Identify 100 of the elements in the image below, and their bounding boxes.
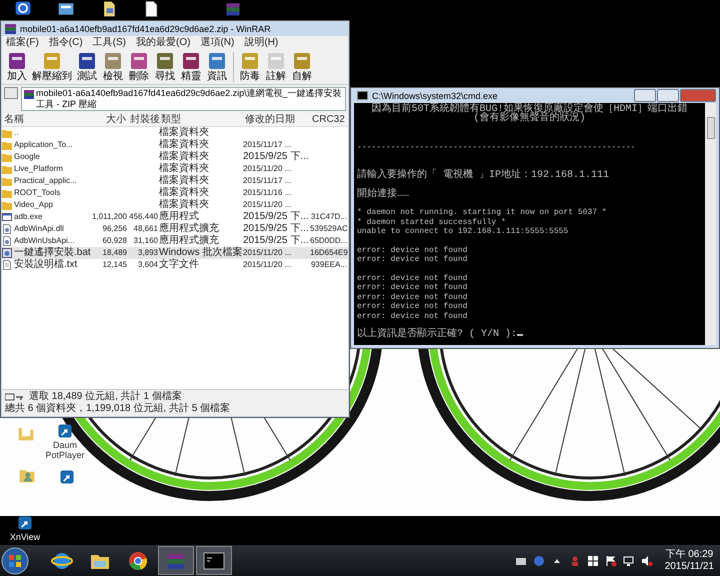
table-cell-text: 2015/11/16 ... [243, 187, 292, 199]
table-cell: Live_Platform [14, 163, 63, 175]
square-icon [7, 51, 27, 71]
table-cell-text: 3,893 [136, 247, 159, 259]
console-line: ---------------------------------------------------------- [357, 142, 636, 152]
toolbar-button[interactable]: 測試 [74, 51, 100, 83]
file-row[interactable]: 一鍵遙擇安裝.bat 18,489 3,893Windows 批次檔案2015/11/20 ... 16D654E9 [2, 247, 348, 259]
minimize-button[interactable] [634, 89, 656, 102]
console-line: error: device not found [357, 283, 468, 293]
file-row[interactable]: Live_Platform 檔案資料夾 2015/11/20 ... [2, 163, 348, 175]
desktop-icon-label[interactable]: XnView [10, 532, 40, 542]
table-cell-text: 18,489 [102, 247, 128, 259]
file-row[interactable]: Application_To... 檔案資料夾 2015/11/17 ... [2, 139, 348, 151]
toolbar-button[interactable]: 註解 [263, 51, 289, 83]
toolbar-button[interactable]: 精靈 [178, 51, 204, 83]
file-row[interactable]: AdbWinApi.dll 96,256 48,661 應用程式擴充 2015/9/25 下...539529AC [2, 223, 348, 235]
table-cell-text: 一鍵遙擇安裝.bat [14, 247, 91, 258]
table-cell: 16D654E9 [310, 247, 348, 259]
column-header[interactable]: 封裝後 [128, 114, 159, 126]
table-cell: Google [14, 151, 40, 163]
column-header[interactable]: 名稱 [2, 114, 91, 126]
table-cell-text: 檔案資料夾 [159, 127, 210, 138]
books-icon [5, 23, 16, 34]
toolbar-button[interactable]: 解壓縮到 [30, 51, 74, 83]
toolbar-button[interactable]: 防毒 [237, 51, 263, 83]
table-cell-text: 2015/11/17 ... [243, 175, 292, 187]
menu-item[interactable]: 說明(H) [244, 37, 278, 49]
gear-window-icon [2, 248, 12, 258]
console-line: 開始連接…… [357, 190, 410, 199]
file-row[interactable]: Google 檔案資料夾 2015/9/25 下... [2, 151, 348, 163]
table-cell: 安裝說明檔.txt [14, 259, 78, 271]
console-prompt: 以上資訊是否顯示正確? ( Y/N ): [357, 329, 518, 340]
square-icon [103, 51, 123, 71]
toolbar-button[interactable]: 加入 [4, 51, 30, 83]
toolbar-button[interactable]: 尋找 [152, 51, 178, 83]
up-folder-button[interactable] [4, 87, 18, 99]
books-icon [24, 89, 34, 99]
toolbar-button[interactable]: 自解 [289, 51, 315, 83]
file-row[interactable]: Practical_applic... 檔案資料夾 2015/11/17 ... [2, 175, 348, 187]
table-cell-text: 應用程式 [159, 211, 200, 222]
scrollbar[interactable] [705, 103, 716, 345]
terminal-icon [357, 91, 368, 100]
console-line: error: device not found [357, 302, 468, 312]
menu-item[interactable]: 選項(N) [200, 37, 234, 49]
table-cell: 2015/9/25 下... [243, 151, 310, 163]
file-row[interactable]: adb.exe 1,011,200 456,440應用程式 2015/9/25 下... 31C47D... [2, 211, 348, 223]
table-cell: 31C47D... [310, 211, 348, 223]
table-cell-text: 12,145 [102, 259, 128, 271]
menu-item[interactable]: 指令(C) [48, 37, 83, 49]
table-cell: 2015/9/25 下... [243, 223, 310, 235]
start-button[interactable] [0, 546, 30, 576]
table-cell-text: 檔案資料夾 [159, 139, 210, 150]
table-cell: 2015/9/25 下... [243, 235, 310, 247]
table-cell: 1,011,200 [91, 211, 128, 223]
file-row[interactable]: ROOT_Tools 檔案資料夾 2015/11/16 ... [2, 187, 348, 199]
clock-time[interactable]: 下午 06:29 [665, 548, 714, 560]
table-cell: Practical_applic... [14, 175, 77, 187]
square-icon [42, 51, 62, 71]
toolbar-button[interactable]: 刪除 [126, 51, 152, 83]
table-cell-text: 2015/11/20 ... [243, 247, 292, 259]
clock-date[interactable]: 2015/11/21 [664, 560, 714, 572]
flag-icon[interactable] [604, 554, 617, 566]
table-cell-text: 60,928 [102, 235, 128, 247]
maximize-button[interactable] [657, 89, 679, 102]
file-row[interactable]: Video_App 檔案資料夾 2015/11/20 ... [2, 199, 348, 211]
table-cell-text: 應用程式擴充 [159, 235, 220, 246]
status-text: 選取 18,489 位元組, 共計 1 個檔案 [29, 391, 182, 402]
column-header[interactable]: 類型 [159, 114, 243, 126]
table-cell-text: 2015/11/20 ... [243, 199, 292, 211]
console-line: (會有影像無聲音的狀況) [473, 114, 586, 124]
table-cell-text: 檔案資料夾 [159, 187, 210, 198]
file-row[interactable]: 安裝說明檔.txt 12,145 3,604文字文件 2015/11/20 ... 939EEA... [2, 259, 348, 271]
console-line: error: device not found [357, 246, 468, 255]
speaker-icon[interactable] [640, 554, 653, 566]
column-header[interactable]: CRC32 [310, 114, 348, 126]
table-cell: 456,440 [128, 211, 159, 223]
table-cell-text: 檔案資料夾 [159, 199, 210, 210]
console-line: * daemon started successfully * [357, 218, 507, 227]
square-icon [181, 51, 201, 71]
toolbar-button[interactable]: 檢視 [100, 51, 126, 83]
file-row[interactable]: AdbWinUsbApi... 60,928 31,160應用程式擴充 2015/9/25 下...65D0DD... [2, 235, 348, 247]
windows-flag-icon[interactable] [586, 554, 599, 566]
desktop-icon-label[interactable]: Daum PotPlayer [42, 440, 88, 460]
table-cell-text: 2015/11/20 ... [243, 259, 292, 271]
window-title: mobile01-a6a140efb9ad167fd41ea6d29c9d6ae2.zip - WinRAR [20, 24, 271, 34]
menu-item[interactable]: 工具(S) [92, 37, 126, 49]
toolbar-button[interactable]: 資訊 [204, 51, 230, 83]
table-cell: 2015/9/25 下... [243, 211, 310, 223]
drive-key-icon [5, 393, 25, 401]
column-header[interactable]: 大小 [91, 114, 128, 126]
column-header[interactable]: 修改的日期 [243, 114, 310, 126]
square-icon [292, 51, 312, 71]
taskbar-button[interactable] [196, 546, 232, 575]
menu-item[interactable]: 檔案(F) [6, 37, 39, 49]
menu-item[interactable]: 我的最愛(O) [136, 37, 190, 49]
table-cell-text: 檔案資料夾 [159, 163, 210, 174]
square-icon [77, 51, 97, 71]
file-row[interactable]: .. 檔案資料夾 [2, 127, 348, 139]
status-text: 總共 6 個資料夾，1,199,018 位元組, 共計 5 個檔案 [5, 403, 230, 415]
table-cell-text: 48,661 [132, 223, 159, 235]
